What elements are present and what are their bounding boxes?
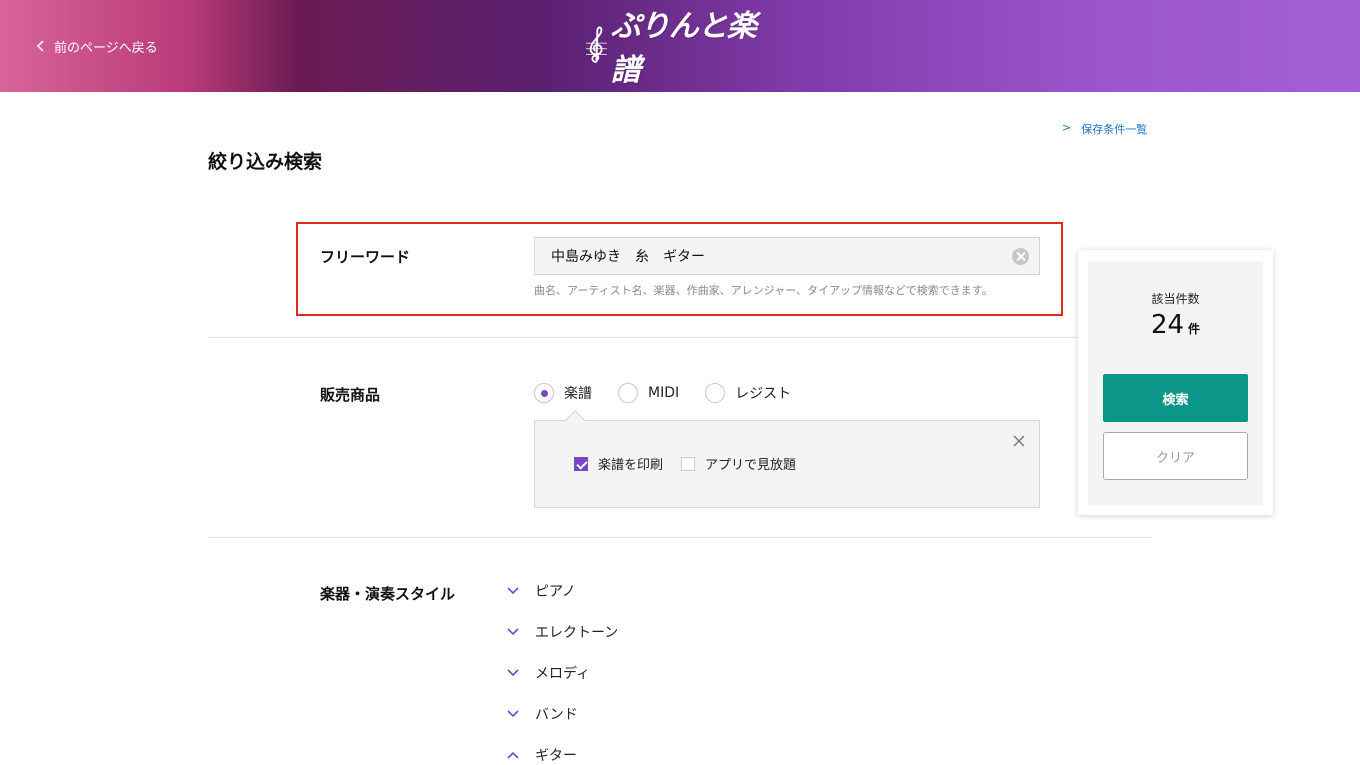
back-link[interactable]: 前のページへ戻る: [36, 36, 158, 56]
instrument-label: エレクトーン: [535, 625, 619, 641]
checkbox-label: アプリで見放題: [705, 458, 797, 473]
product-radio-group: 楽譜 MIDI レジスト: [534, 383, 817, 403]
instrument-label: バンド: [535, 707, 578, 723]
instrument-item-melody[interactable]: メロディ: [506, 663, 618, 683]
result-count: 24 件: [1088, 310, 1263, 340]
radio-dot[interactable]: [705, 383, 726, 403]
result-count-label: 該当件数: [1151, 292, 1200, 306]
radio-label: MIDI: [648, 385, 680, 401]
chevron-down-icon: [507, 710, 519, 718]
radio-midi[interactable]: MIDI: [618, 383, 679, 403]
clear-button[interactable]: クリア: [1103, 432, 1248, 480]
instrument-list: ピアノ エレクトーン メロディ バンド ギター: [506, 581, 618, 765]
site-logo[interactable]: ぷりんと楽譜: [586, 9, 776, 88]
arrow-right-icon: >: [1062, 121, 1072, 134]
back-link-label: 前のページへ戻る: [54, 40, 158, 56]
search-button[interactable]: 検索: [1103, 374, 1248, 422]
chevron-down-icon: [507, 628, 519, 636]
checkbox-box[interactable]: [574, 456, 588, 471]
instrument-item-guitar[interactable]: ギター: [506, 745, 618, 765]
chevron-down-icon: [507, 587, 519, 595]
radio-label: 楽譜: [564, 386, 592, 402]
instrument-item-piano[interactable]: ピアノ: [506, 581, 618, 601]
radio-regist[interactable]: レジスト: [705, 383, 791, 403]
result-count-unit: 件: [1188, 322, 1201, 336]
close-icon[interactable]: [1012, 434, 1026, 448]
instrument-label: メロディ: [535, 666, 591, 682]
instrument-label: ギター: [535, 748, 577, 764]
section-divider: [208, 537, 1152, 538]
saved-conditions-link[interactable]: > 保存条件一覧: [1062, 121, 1147, 137]
freeword-label: フリーワード: [320, 248, 411, 266]
radio-dot[interactable]: [618, 383, 638, 403]
clear-input-icon[interactable]: [1012, 248, 1029, 265]
page-title: 絞り込み検索: [208, 151, 323, 173]
freeword-hint: 曲名、アーティスト名、楽器、作曲家、アレンジャー、タイアップ情報などで検索できま…: [534, 284, 993, 297]
chevron-up-icon: [507, 751, 519, 759]
panel-pointer: [565, 410, 585, 430]
score-options-checkboxes: 楽譜を印刷 アプリで見放題: [574, 454, 814, 473]
radio-label: レジスト: [735, 386, 792, 402]
radio-score[interactable]: 楽譜: [534, 383, 592, 403]
checkbox-app-unlimited[interactable]: アプリで見放題: [681, 454, 796, 473]
checkbox-box[interactable]: [681, 456, 696, 471]
checkbox-label: 楽譜を印刷: [598, 458, 664, 473]
logo-text: ぷりんと楽譜: [610, 9, 757, 88]
result-count-number: 24: [1150, 310, 1185, 340]
saved-conditions-label: 保存条件一覧: [1081, 123, 1148, 136]
freeword-value: 中島みゆき 糸 ギター: [551, 249, 705, 265]
instrument-label: ピアノ: [535, 584, 576, 600]
section-divider: [208, 337, 1152, 338]
product-label: 販売商品: [320, 386, 381, 404]
freeword-input[interactable]: 中島みゆき 糸 ギター: [534, 237, 1040, 275]
checkbox-print-score[interactable]: 楽譜を印刷: [574, 454, 663, 473]
chevron-down-icon: [507, 669, 519, 677]
instrument-item-band[interactable]: バンド: [506, 704, 618, 724]
site-header: 前のページへ戻る ぷりんと楽譜: [0, 0, 1360, 92]
radio-dot[interactable]: [534, 383, 554, 403]
instruments-label: 楽器・演奏スタイル: [320, 585, 456, 603]
chevron-left-icon: [36, 40, 44, 52]
instrument-item-electone[interactable]: エレクトーン: [506, 622, 618, 642]
treble-clef-icon: [586, 26, 607, 64]
